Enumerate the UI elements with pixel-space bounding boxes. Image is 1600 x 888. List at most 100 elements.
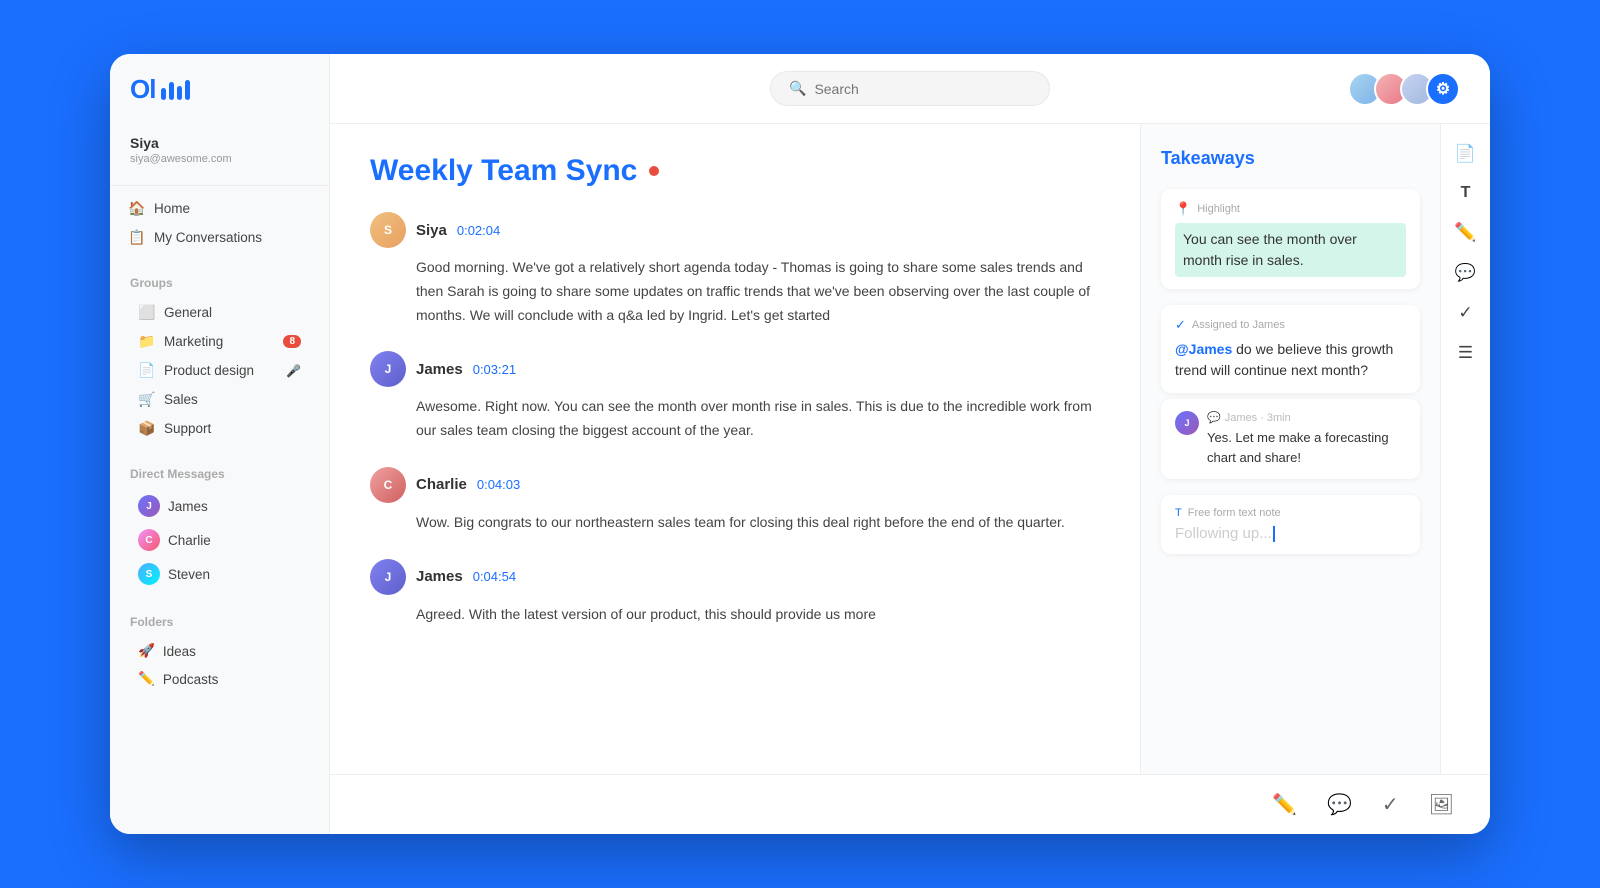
steven-avatar: S [138, 563, 160, 585]
logo-bar-2 [169, 82, 174, 100]
user-name: Siya [130, 135, 309, 151]
msg-body-james-1: Awesome. Right now. You can see the mont… [370, 395, 1100, 443]
logo-bar-3 [177, 86, 182, 100]
text-note-icon: T [1175, 507, 1182, 519]
james-avatar: J [138, 495, 160, 517]
chat-toolbar: ✏️ 💬 ✓ 🖼 [330, 774, 1490, 834]
msg-time-james-1: 0:03:21 [473, 362, 516, 377]
sidebar-item-james-label: James [168, 499, 208, 514]
right-icon-document[interactable]: 📄 [1455, 144, 1476, 164]
dm-section: Direct Messages J James C Charlie S Stev… [110, 451, 329, 599]
cursor [1273, 526, 1275, 542]
message-group-james-1: J James 0:03:21 Awesome. Right now. You … [370, 351, 1100, 443]
folder-podcasts-label: Podcasts [163, 672, 219, 687]
msg-name-charlie: Charlie [416, 476, 467, 493]
user-info: Siya siya@awesome.com [110, 125, 329, 186]
sidebar-item-steven[interactable]: S Steven [130, 557, 309, 591]
right-sidebar-icons: 📄 T ✏️ 💬 ✓ ☰ [1440, 124, 1490, 774]
sidebar-item-support-label: Support [164, 421, 211, 436]
right-icon-text[interactable]: T [1461, 184, 1471, 202]
groups-section: Groups ⬜ General 📁 Marketing 8 📄 Product… [110, 260, 329, 451]
message-group-siya: S Siya 0:02:04 Good morning. We've got a… [370, 212, 1100, 327]
sidebar-item-general[interactable]: ⬜ General [130, 298, 309, 327]
assign-icon: ✓ [1175, 317, 1186, 333]
sidebar-item-charlie[interactable]: C Charlie [130, 523, 309, 557]
top-avatar-settings[interactable]: ⚙ [1426, 72, 1460, 106]
sidebar-item-general-label: General [164, 305, 212, 320]
app-container: Ol Siya siya@awesome.com 🏠 Home 📋 My Con… [110, 54, 1490, 834]
dm-label: Direct Messages [130, 467, 309, 481]
logo-text: Ol [130, 74, 155, 105]
right-icon-list[interactable]: ☰ [1458, 343, 1473, 363]
search-bar[interactable]: 🔍 [770, 71, 1050, 106]
toolbar-comment-icon[interactable]: 💬 [1321, 786, 1358, 823]
logo-bars [161, 80, 190, 100]
user-email: siya@awesome.com [130, 153, 309, 165]
sidebar-item-sales[interactable]: 🛒 Sales [130, 385, 309, 414]
james-small-avatar-2: J [1175, 411, 1199, 435]
msg-body-siya: Good morning. We've got a relatively sho… [370, 256, 1100, 327]
logo-bar-1 [161, 88, 166, 100]
message-header-james-1: J James 0:03:21 [370, 351, 1100, 387]
chat-area: Weekly Team Sync S Siya 0:02:04 Good mor… [330, 124, 1140, 774]
home-icon: 🏠 [128, 200, 146, 217]
support-icon: 📦 [138, 420, 156, 437]
sidebar-item-home-label: Home [154, 201, 190, 216]
product-design-icon: 📄 [138, 362, 156, 379]
sidebar-item-home[interactable]: 🏠 Home [120, 194, 319, 223]
live-indicator [649, 166, 659, 176]
msg-body-charlie: Wow. Big congrats to our northeastern sa… [370, 511, 1100, 535]
takeaway-text-note[interactable]: T Free form text note Following up... [1161, 495, 1420, 554]
sidebar-item-steven-label: Steven [168, 567, 210, 582]
takeaway-assigned: ✓ Assigned to James @James do we believe… [1161, 305, 1420, 393]
assigned-type-label: Assigned to James [1192, 319, 1285, 331]
msg-avatar-siya: S [370, 212, 406, 248]
sidebar-item-support[interactable]: 📦 Support [130, 414, 309, 443]
folders-section: Folders 🚀 Ideas ✏️ Podcasts [110, 599, 329, 701]
message-header-charlie: C Charlie 0:04:03 [370, 467, 1100, 503]
right-icon-check[interactable]: ✓ [1458, 303, 1472, 323]
logo-bar-4 [185, 80, 190, 100]
yes-reply-meta: 💬 James · 3min [1207, 411, 1406, 424]
highlight-type-label: Highlight [1197, 203, 1240, 215]
highlight-type: 📍 Highlight [1175, 201, 1406, 217]
yes-reply-content: 💬 James · 3min Yes. Let me make a foreca… [1207, 411, 1406, 467]
general-icon: ⬜ [138, 304, 156, 321]
msg-name-james-2: James [416, 568, 463, 585]
msg-avatar-james-1: J [370, 351, 406, 387]
sidebar-item-charlie-label: Charlie [168, 533, 211, 548]
sidebar-item-product-design[interactable]: 📄 Product design 🎤 [130, 356, 309, 385]
folder-podcasts[interactable]: ✏️ Podcasts [130, 665, 309, 693]
search-input[interactable] [814, 81, 1031, 97]
text-note-type: T Free form text note [1175, 507, 1406, 519]
sidebar-item-product-design-label: Product design [164, 363, 254, 378]
logo: Ol [110, 74, 329, 125]
text-note-placeholder: Following up... [1175, 525, 1272, 542]
right-icon-comment[interactable]: 💬 [1455, 263, 1476, 283]
folders-label: Folders [130, 615, 309, 629]
assigned-text: @James do we believe this growth trend w… [1175, 339, 1406, 381]
folder-ideas-label: Ideas [163, 644, 196, 659]
folder-ideas[interactable]: 🚀 Ideas [130, 637, 309, 665]
top-avatars: ⚙ [1348, 72, 1460, 106]
text-note-label: Free form text note [1188, 507, 1281, 519]
takeaways-panel: Takeaways 📍 Highlight You can see the mo… [1140, 124, 1440, 774]
sidebar-item-my-conversations[interactable]: 📋 My Conversations [120, 223, 319, 252]
toolbar-highlight-icon[interactable]: ✏️ [1266, 786, 1303, 823]
toolbar-image-icon[interactable]: 🖼 [1423, 786, 1460, 823]
toolbar-check-icon[interactable]: ✓ [1376, 786, 1405, 823]
sidebar-item-james[interactable]: J James [130, 489, 309, 523]
msg-avatar-charlie: C [370, 467, 406, 503]
msg-time-james-2: 0:04:54 [473, 569, 516, 584]
right-icon-highlight[interactable]: ✏️ [1454, 222, 1476, 243]
takeaway-highlight: 📍 Highlight You can see the month over m… [1161, 189, 1420, 289]
takeaway-yes-reply: J 💬 James · 3min Yes. Let me make a fore… [1161, 399, 1420, 479]
chat-title: Weekly Team Sync [370, 154, 637, 188]
sidebar-item-marketing[interactable]: 📁 Marketing 8 [130, 327, 309, 356]
sales-icon: 🛒 [138, 391, 156, 408]
yes-reply-text: Yes. Let me make a forecasting chart and… [1207, 428, 1406, 467]
sidebar: Ol Siya siya@awesome.com 🏠 Home 📋 My Con… [110, 54, 330, 834]
reply-meta-icon-2: 💬 [1207, 411, 1221, 424]
main-content: 🔍 ⚙ Weekly Team Sync [330, 54, 1490, 834]
text-note-input[interactable]: Following up... [1175, 525, 1406, 542]
